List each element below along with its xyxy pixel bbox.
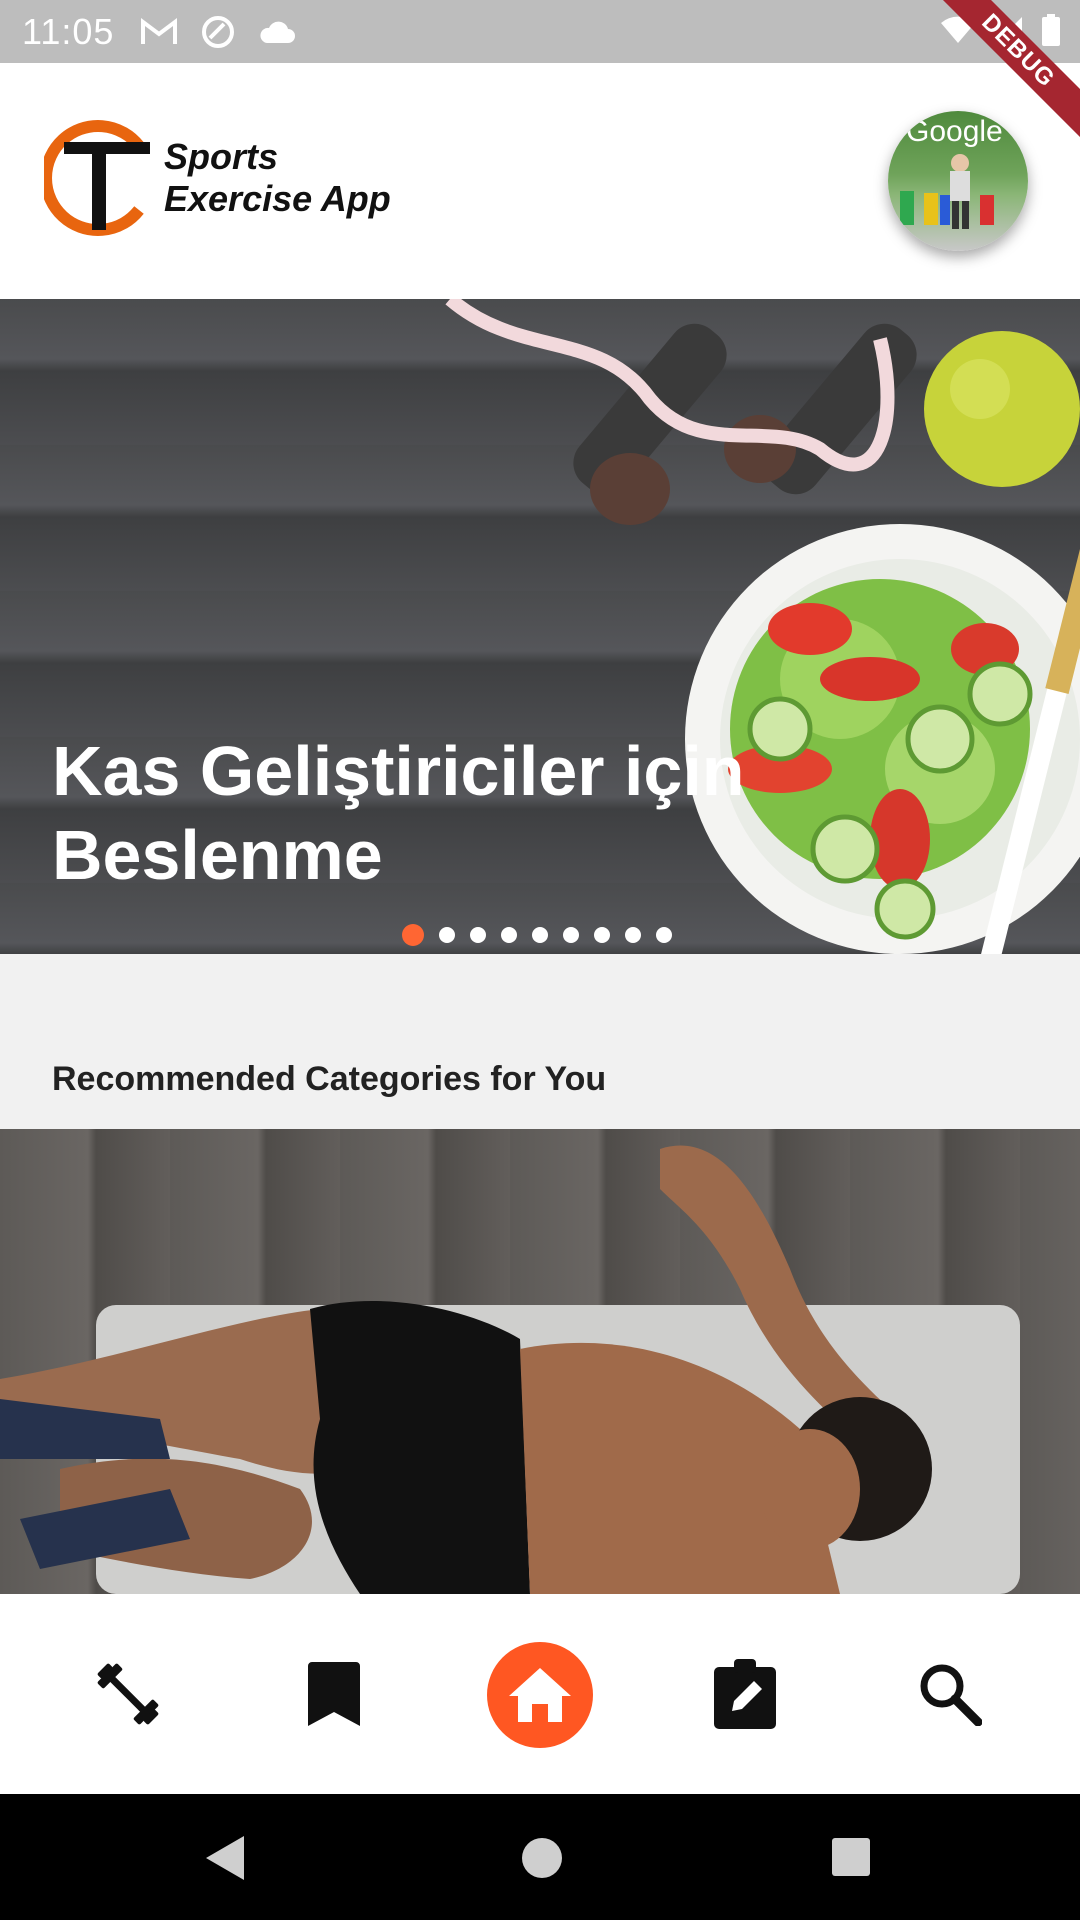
carousel-indicator [402,924,672,946]
category-image [0,1145,1020,1594]
home-icon [509,1668,571,1722]
avatar-photo: Google [900,115,1003,229]
logo-mark-icon [44,120,150,236]
dumbbell-icon [97,1663,159,1725]
status-bar: 11:05 [0,0,1080,63]
nav-home[interactable] [487,1642,593,1748]
carousel-dot[interactable] [625,927,641,943]
avatar-sign-text: Google [906,115,1003,148]
logo-line2: Exercise App [164,178,391,219]
system-navigation-bar [0,1794,1080,1920]
cloud-icon [260,21,296,43]
nav-exercises[interactable] [78,1644,178,1744]
status-notifications [140,14,296,50]
profile-avatar[interactable]: Google [888,111,1028,251]
nav-saved[interactable] [284,1644,384,1744]
home-circle-icon[interactable] [520,1834,564,1878]
logo-text: Sports Exercise App [164,136,391,220]
carousel-dot[interactable] [532,927,548,943]
carousel-dot[interactable] [594,927,610,943]
bookmark-icon [308,1662,360,1726]
bottom-navigation [0,1594,1080,1794]
nav-notes[interactable] [695,1644,795,1744]
category-card[interactable] [0,1129,1080,1594]
nav-search[interactable] [900,1644,1000,1744]
status-time: 11:05 [22,10,115,52]
carousel-dot[interactable] [470,927,486,943]
carousel-dot[interactable] [563,927,579,943]
section-title: Recommended Categories for You [52,1060,607,1098]
carousel-dot-active[interactable] [402,924,424,946]
recents-icon[interactable] [830,1834,872,1878]
gmail-icon [141,17,178,44]
banner-title: Kas Geliştiriciler için Beslenme [52,732,745,894]
app-header: Sports Exercise App Google [0,63,1080,299]
back-icon[interactable] [204,1834,248,1882]
app-logo: Sports Exercise App [44,118,391,238]
battery-icon [1042,14,1060,46]
carousel-dot[interactable] [656,927,672,943]
hero-banner[interactable]: Kas Geliştiriciler için Beslenme [0,299,1080,954]
sync-icon [202,15,235,48]
carousel-dot[interactable] [439,927,455,943]
search-icon [920,1664,982,1726]
carousel-dot[interactable] [501,927,517,943]
clipboard-edit-icon [714,1659,776,1729]
logo-line1: Sports [164,136,279,177]
